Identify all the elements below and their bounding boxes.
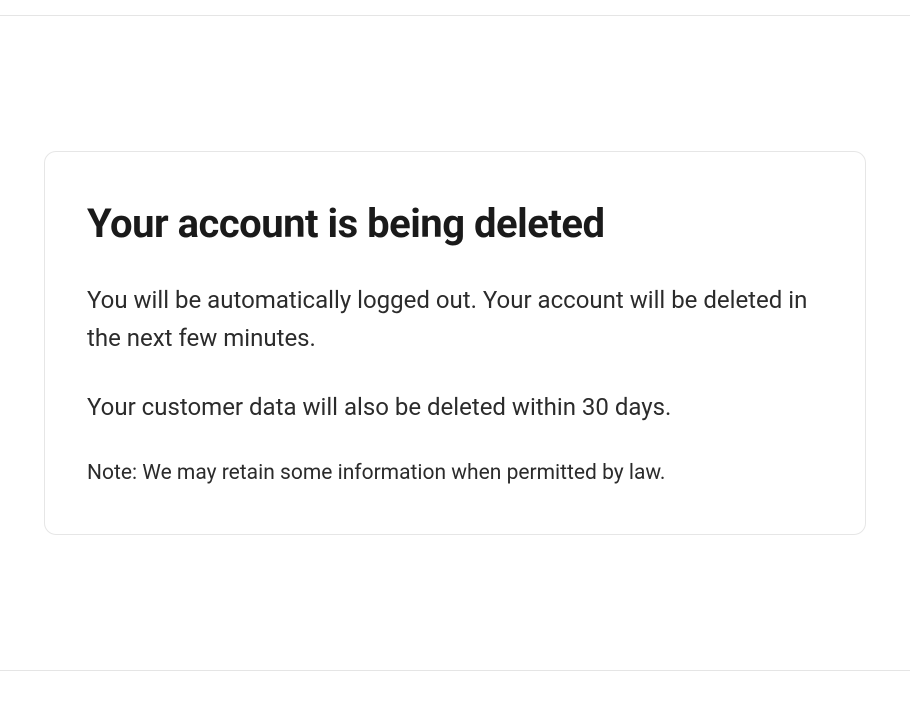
deletion-notice-card: Your account is being deleted You will b… (44, 151, 866, 534)
content-region: Your account is being deleted You will b… (0, 15, 910, 671)
logout-message: You will be automatically logged out. Yo… (87, 282, 823, 356)
data-deletion-message: Your customer data will also be deleted … (87, 389, 823, 426)
card-title: Your account is being deleted (87, 200, 823, 248)
retention-note: Note: We may retain some information whe… (87, 458, 823, 490)
